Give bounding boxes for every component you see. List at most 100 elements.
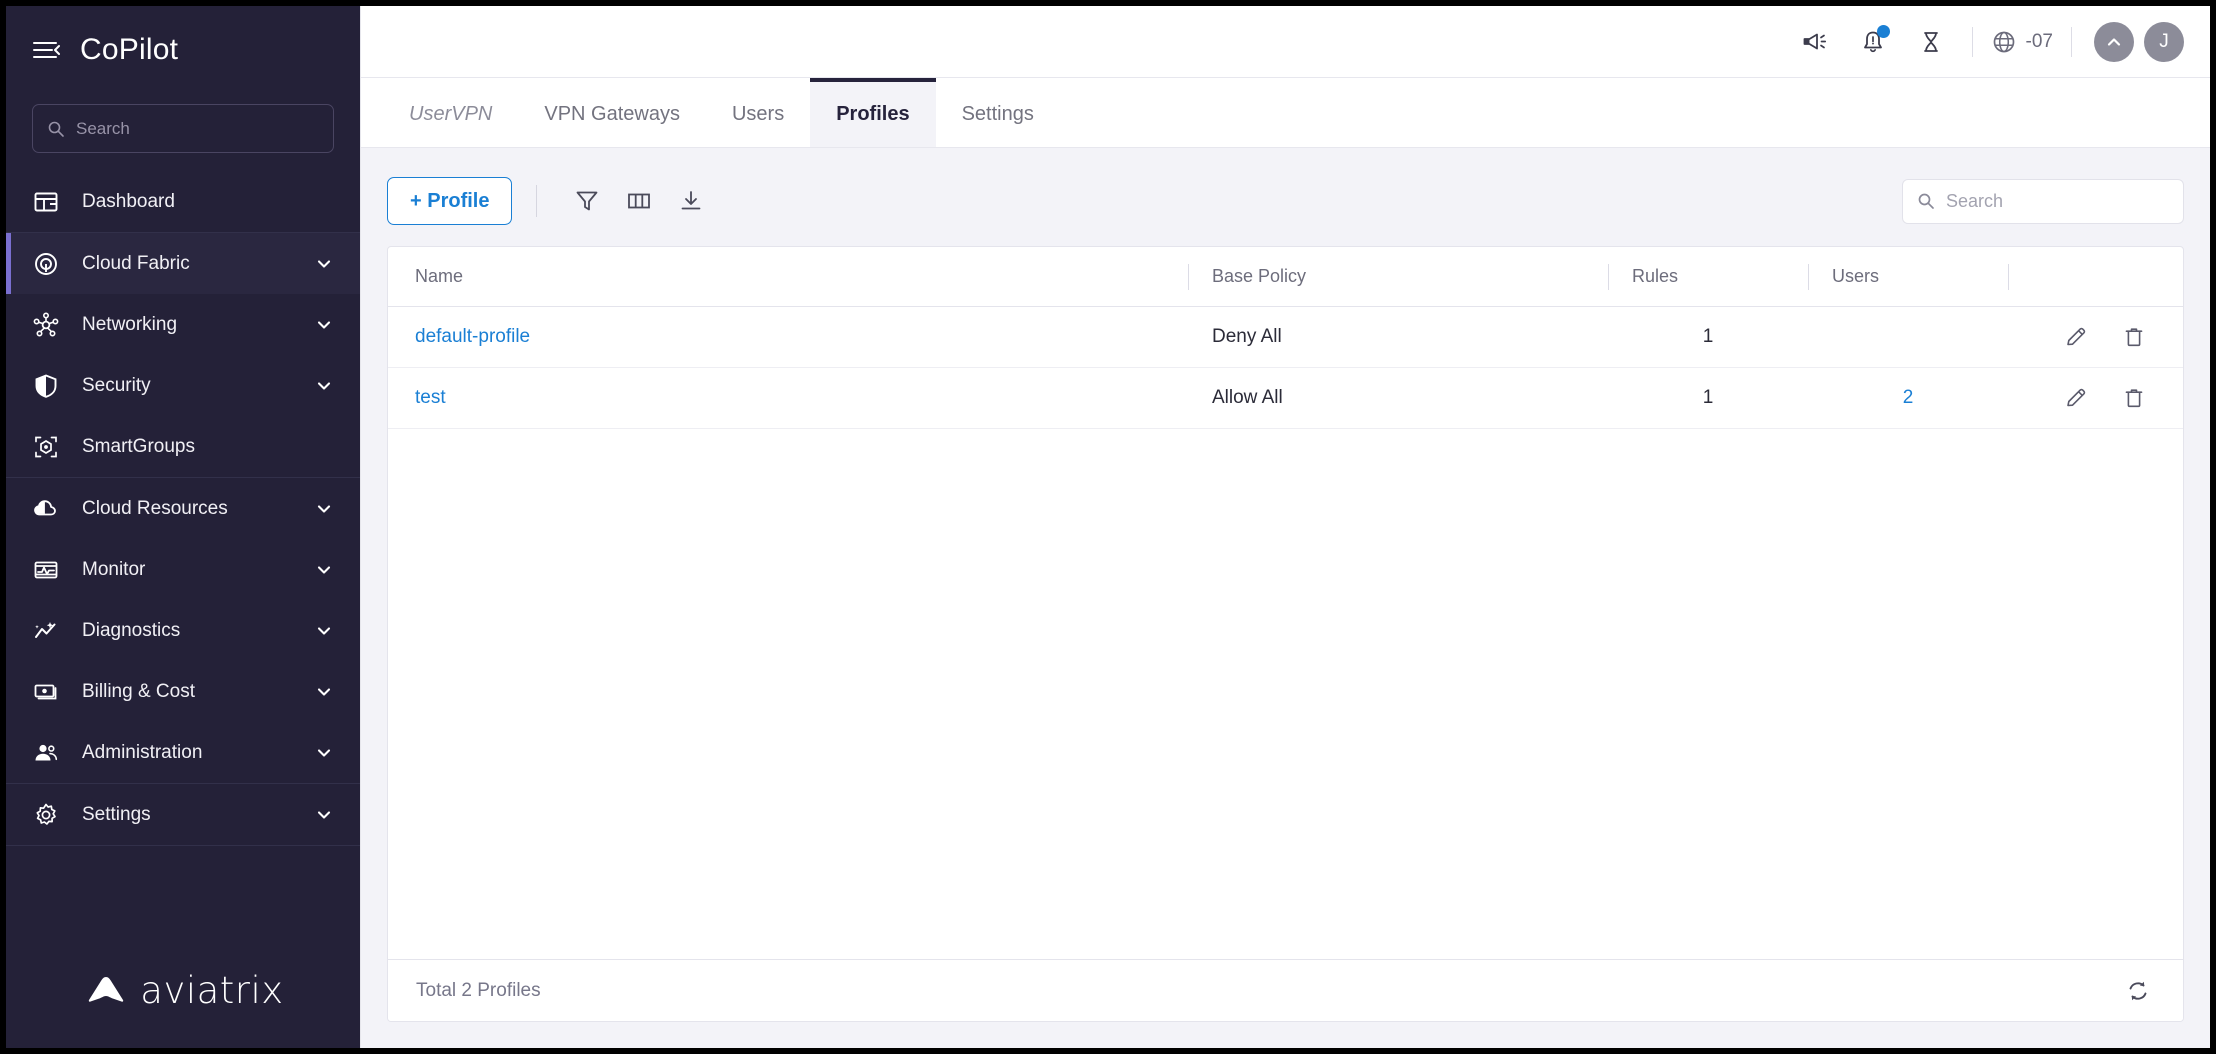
table-header-row: Name Base Policy Rules Users bbox=[388, 247, 2183, 307]
diagnostics-icon bbox=[32, 617, 60, 645]
chevron-down-icon[interactable] bbox=[314, 315, 334, 335]
sidebar-item-diagnostics[interactable]: Diagnostics bbox=[6, 600, 360, 661]
sidebar-group-2: Cloud Fabric bbox=[6, 233, 360, 478]
main-area: -07 J UserVPN VPN Gateways Users Profile… bbox=[361, 6, 2210, 1048]
chevron-down-icon[interactable] bbox=[314, 682, 334, 702]
sidebar-item-networking[interactable]: Networking bbox=[6, 294, 360, 355]
sidebar-search-placeholder: Search bbox=[76, 119, 130, 139]
sidebar-item-label: Networking bbox=[82, 314, 292, 336]
sidebar-item-label: Monitor bbox=[82, 559, 292, 581]
sidebar-search-wrap: Search bbox=[6, 94, 360, 171]
chevron-down-icon[interactable] bbox=[314, 621, 334, 641]
profiles-table-card: Name Base Policy Rules Users default-pro… bbox=[387, 246, 2184, 1022]
table-row[interactable]: test Allow All 1 2 bbox=[388, 368, 2183, 429]
search-icon bbox=[47, 120, 65, 138]
sidebar-item-settings[interactable]: Settings bbox=[6, 784, 360, 845]
sidebar-item-label: Administration bbox=[82, 742, 292, 764]
app-window: CoPilot Search bbox=[6, 6, 2210, 1048]
cell-rules: 1 bbox=[1608, 387, 1808, 409]
sidebar-item-smartgroups[interactable]: SmartGroups bbox=[6, 416, 360, 477]
chevron-down-icon[interactable] bbox=[314, 805, 334, 825]
sidebar: CoPilot Search bbox=[6, 6, 361, 1048]
tab-vpn-gateways[interactable]: VPN Gateways bbox=[518, 78, 706, 147]
sidebar-group-4: Settings bbox=[6, 784, 360, 846]
brand-title: CoPilot bbox=[80, 33, 178, 67]
column-header-base-policy[interactable]: Base Policy bbox=[1188, 266, 1608, 287]
gear-icon bbox=[32, 801, 60, 829]
chevron-down-icon[interactable] bbox=[314, 254, 334, 274]
topbar-divider-1 bbox=[1972, 27, 1973, 57]
networking-icon bbox=[32, 311, 60, 339]
chevron-down-icon[interactable] bbox=[314, 560, 334, 580]
cell-users-link[interactable]: 2 bbox=[1903, 387, 1914, 408]
toolbar-divider bbox=[536, 185, 537, 217]
table-row[interactable]: default-profile Deny All 1 bbox=[388, 307, 2183, 368]
profile-name-link[interactable]: default-profile bbox=[415, 326, 530, 347]
edit-icon[interactable] bbox=[2061, 322, 2091, 352]
monitor-icon bbox=[32, 556, 60, 584]
column-header-name[interactable]: Name bbox=[388, 266, 1188, 287]
timezone-label: -07 bbox=[2026, 31, 2053, 53]
cell-base-policy: Allow All bbox=[1188, 387, 1608, 409]
search-placeholder: Search bbox=[1946, 191, 2003, 212]
hourglass-icon[interactable] bbox=[1902, 13, 1960, 71]
sidebar-item-security[interactable]: Security bbox=[6, 355, 360, 416]
total-count-label: Total 2 Profiles bbox=[416, 980, 541, 1002]
chevron-down-icon[interactable] bbox=[314, 499, 334, 519]
search-input[interactable]: Search bbox=[1902, 179, 2184, 224]
cloud-icon bbox=[32, 495, 60, 523]
top-bar: -07 J bbox=[361, 6, 2210, 78]
sidebar-item-label: Settings bbox=[82, 804, 292, 826]
tab-settings[interactable]: Settings bbox=[936, 78, 1060, 147]
breadcrumb: UserVPN bbox=[383, 78, 518, 147]
notification-bell-icon[interactable] bbox=[1844, 13, 1902, 71]
tab-profiles[interactable]: Profiles bbox=[810, 78, 935, 147]
sidebar-item-monitor[interactable]: Monitor bbox=[6, 539, 360, 600]
add-profile-button[interactable]: + Profile bbox=[387, 177, 512, 225]
globe-icon bbox=[1991, 29, 2017, 55]
sidebar-item-label: Cloud Resources bbox=[82, 498, 292, 520]
menu-collapse-icon[interactable] bbox=[32, 37, 60, 63]
sidebar-group-3: Cloud Resources Monitor bbox=[6, 478, 360, 784]
table-body: default-profile Deny All 1 bbox=[388, 307, 2183, 959]
columns-icon[interactable] bbox=[613, 177, 665, 225]
delete-icon[interactable] bbox=[2119, 322, 2149, 352]
search-icon bbox=[1917, 192, 1935, 210]
cloud-fabric-icon bbox=[32, 250, 60, 278]
edit-icon[interactable] bbox=[2061, 383, 2091, 413]
announcement-icon[interactable] bbox=[1786, 13, 1844, 71]
sidebar-item-cloud-fabric[interactable]: Cloud Fabric bbox=[6, 233, 360, 294]
refresh-icon[interactable] bbox=[2121, 974, 2155, 1008]
cell-base-policy: Deny All bbox=[1188, 326, 1608, 348]
aviatrix-logo-icon bbox=[82, 970, 130, 1010]
sidebar-item-dashboard[interactable]: Dashboard bbox=[6, 171, 360, 232]
sidebar-item-administration[interactable]: Administration bbox=[6, 722, 360, 783]
avatar[interactable]: J bbox=[2144, 22, 2184, 62]
column-header-users[interactable]: Users bbox=[1808, 266, 2008, 287]
download-icon[interactable] bbox=[665, 177, 717, 225]
sidebar-nav: Dashboard Cloud Fabric bbox=[6, 171, 360, 932]
smartgroups-icon bbox=[32, 433, 60, 461]
aviatrix-wordmark: aviatrix bbox=[140, 969, 283, 1012]
cell-rules: 1 bbox=[1608, 326, 1808, 348]
shield-icon bbox=[32, 372, 60, 400]
sidebar-search-input[interactable]: Search bbox=[32, 104, 334, 153]
delete-icon[interactable] bbox=[2119, 383, 2149, 413]
filter-icon[interactable] bbox=[561, 177, 613, 225]
timezone-selector[interactable]: -07 bbox=[1985, 29, 2059, 55]
sidebar-item-billing-cost[interactable]: Billing & Cost bbox=[6, 661, 360, 722]
chevron-down-icon[interactable] bbox=[314, 743, 334, 763]
column-header-rules[interactable]: Rules bbox=[1608, 266, 1808, 287]
sidebar-item-label: Dashboard bbox=[82, 191, 334, 213]
sidebar-item-label: Billing & Cost bbox=[82, 681, 292, 703]
billing-icon bbox=[32, 678, 60, 706]
notification-badge bbox=[1877, 25, 1890, 38]
sidebar-header: CoPilot bbox=[6, 6, 360, 94]
sidebar-item-cloud-resources[interactable]: Cloud Resources bbox=[6, 478, 360, 539]
content-area: + Profile bbox=[361, 148, 2210, 1048]
profile-name-link[interactable]: test bbox=[415, 387, 446, 408]
chevron-down-icon[interactable] bbox=[314, 376, 334, 396]
sidebar-item-label: Cloud Fabric bbox=[82, 253, 292, 275]
chevron-up-icon[interactable] bbox=[2094, 22, 2134, 62]
tab-users[interactable]: Users bbox=[706, 78, 810, 147]
